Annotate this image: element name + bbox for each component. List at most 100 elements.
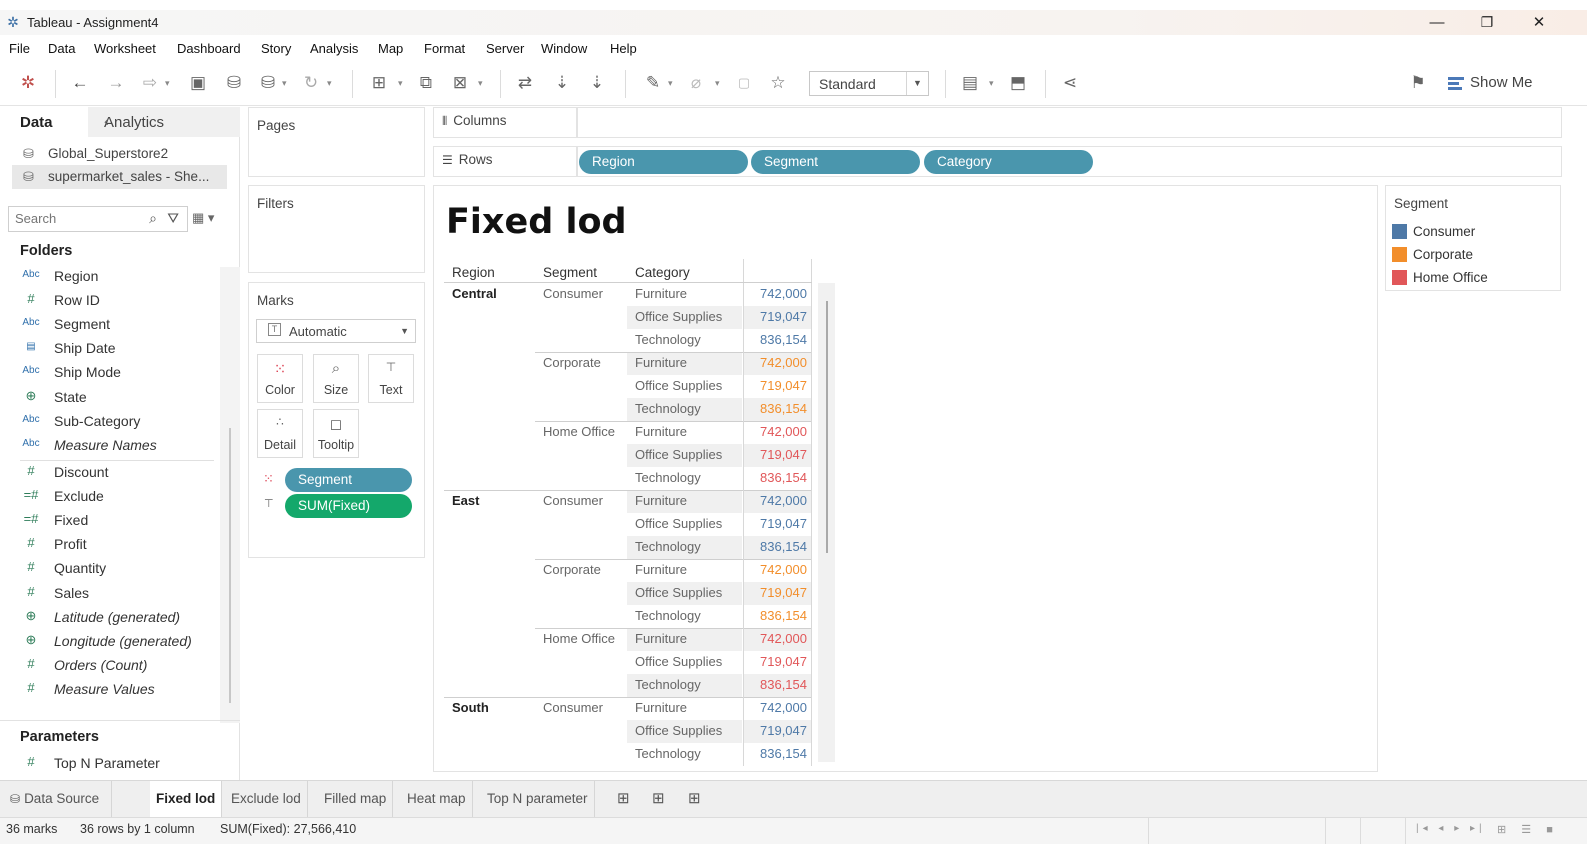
- value-cell[interactable]: 719,047: [745, 447, 807, 462]
- sheet-navigation-icon[interactable]: |◂ ◂ ▸ ▸|: [1416, 823, 1486, 834]
- segment-cell[interactable]: Consumer: [543, 700, 603, 715]
- sheet-tab-heat-map[interactable]: Heat map: [401, 781, 473, 817]
- field-fixed[interactable]: =# Fixed: [20, 510, 220, 532]
- value-cell[interactable]: 742,000: [745, 286, 807, 301]
- legend-item-home-office[interactable]: Home Office: [1392, 268, 1560, 288]
- field-ship-date[interactable]: ▤ Ship Date: [20, 338, 220, 360]
- share-icon[interactable]: ⋖: [1058, 71, 1082, 95]
- minimize-button[interactable]: —: [1415, 10, 1459, 35]
- fit-select[interactable]: Standard ▼: [809, 71, 929, 96]
- tooltip-button[interactable]: ◻ Tooltip: [313, 409, 359, 458]
- segment-cell[interactable]: Home Office: [543, 424, 615, 439]
- category-cell[interactable]: Technology: [635, 746, 701, 761]
- sheet-tab-top-n-parameter[interactable]: Top N parameter: [481, 781, 595, 817]
- signpost-icon[interactable]: ⚑: [1406, 71, 1430, 95]
- chevron-down-icon[interactable]: ▾: [327, 78, 332, 89]
- field-exclude[interactable]: =# Exclude: [20, 486, 220, 508]
- field-orders-count[interactable]: # Orders (Count): [20, 655, 220, 677]
- value-cell[interactable]: 742,000: [745, 355, 807, 370]
- new-dashboard-tab-icon[interactable]: ⊞: [652, 789, 665, 807]
- chevron-down-icon[interactable]: ▾: [478, 78, 483, 89]
- group-members-icon[interactable]: ⌀: [684, 71, 708, 95]
- category-cell[interactable]: Furniture: [635, 286, 687, 301]
- menu-analysis[interactable]: Analysis: [310, 41, 358, 56]
- new-worksheet-icon[interactable]: ⊞: [367, 71, 391, 95]
- segment-cell[interactable]: Home Office: [543, 631, 615, 646]
- search-field[interactable]: ⌕ ⛛: [8, 206, 188, 232]
- collapse-pane-icon[interactable]: ‹: [104, 113, 232, 129]
- view-options-icon[interactable]: ▦ ▾: [192, 210, 214, 226]
- field-segment[interactable]: Abc Segment: [20, 314, 220, 336]
- new-data-source-icon[interactable]: ⛁: [222, 71, 246, 95]
- field-row-id[interactable]: # Row ID: [20, 290, 220, 312]
- header-segment[interactable]: Segment: [543, 265, 597, 280]
- save-icon[interactable]: ▣: [186, 71, 210, 95]
- replay-icon[interactable]: ⇨: [138, 71, 162, 95]
- field-sub-category[interactable]: Abc Sub-Category: [20, 411, 220, 433]
- value-cell[interactable]: 836,154: [745, 677, 807, 692]
- scrollbar-thumb[interactable]: [229, 428, 231, 703]
- value-cell[interactable]: 742,000: [745, 562, 807, 577]
- category-cell[interactable]: Office Supplies: [635, 723, 722, 738]
- chevron-down-icon[interactable]: ▾: [989, 78, 994, 89]
- value-cell[interactable]: 836,154: [745, 401, 807, 416]
- pause-auto-updates-icon[interactable]: ⛁: [256, 71, 280, 95]
- header-category[interactable]: Category: [635, 265, 690, 280]
- fix-axes-icon[interactable]: ☆: [766, 71, 790, 95]
- field-sales[interactable]: # Sales: [20, 583, 220, 605]
- category-cell[interactable]: Office Supplies: [635, 309, 722, 324]
- columns-shelf[interactable]: [577, 107, 1562, 138]
- category-cell[interactable]: Office Supplies: [635, 447, 722, 462]
- category-cell[interactable]: Office Supplies: [635, 516, 722, 531]
- menu-format[interactable]: Format: [424, 41, 465, 56]
- tableau-home-icon[interactable]: ✲: [16, 71, 40, 95]
- chevron-down-icon[interactable]: ▾: [282, 78, 287, 89]
- field-measure-values[interactable]: # Measure Values: [20, 679, 220, 701]
- value-cell[interactable]: 742,000: [745, 631, 807, 646]
- field-quantity[interactable]: # Quantity: [20, 558, 220, 580]
- legend-item-consumer[interactable]: Consumer: [1392, 222, 1560, 242]
- value-cell[interactable]: 719,047: [745, 378, 807, 393]
- value-cell[interactable]: 836,154: [745, 470, 807, 485]
- segment-cell[interactable]: Consumer: [543, 286, 603, 301]
- menu-worksheet[interactable]: Worksheet: [94, 41, 156, 56]
- filter-icon[interactable]: ⛛: [167, 210, 179, 227]
- tab-analytics[interactable]: Analytics ‹: [88, 107, 240, 137]
- menu-server[interactable]: Server: [486, 41, 524, 56]
- pages-card[interactable]: Pages: [248, 107, 425, 177]
- show-cards-icon[interactable]: ▤: [958, 71, 982, 95]
- presentation-mode-icon[interactable]: ⬒: [1006, 71, 1030, 95]
- field-ship-mode[interactable]: Abc Ship Mode: [20, 362, 220, 384]
- region-row-pill[interactable]: Region: [579, 150, 748, 174]
- value-cell[interactable]: 719,047: [745, 516, 807, 531]
- header-region[interactable]: Region: [452, 265, 495, 280]
- rows-shelf[interactable]: Region Segment Category: [577, 146, 1562, 177]
- value-cell[interactable]: 742,000: [745, 493, 807, 508]
- detail-button[interactable]: ∴ Detail: [257, 409, 303, 458]
- segment-cell[interactable]: Consumer: [543, 493, 603, 508]
- category-cell[interactable]: Technology: [635, 608, 701, 623]
- show-me-button[interactable]: Show Me: [1448, 71, 1533, 95]
- segment-row-pill[interactable]: Segment: [751, 150, 920, 174]
- category-cell[interactable]: Technology: [635, 332, 701, 347]
- filters-card[interactable]: Filters: [248, 185, 425, 273]
- value-cell[interactable]: 836,154: [745, 332, 807, 347]
- segment-color-legend[interactable]: Segment Consumer Corporate Home Office: [1385, 185, 1561, 291]
- region-cell[interactable]: Central: [452, 286, 497, 301]
- sum-fixed-text-pill[interactable]: SUM(Fixed): [285, 494, 412, 518]
- field-discount[interactable]: # Discount: [20, 462, 220, 484]
- new-story-tab-icon[interactable]: ⊞: [688, 789, 701, 807]
- category-cell[interactable]: Technology: [635, 539, 701, 554]
- chevron-down-icon[interactable]: ▾: [668, 78, 673, 89]
- chevron-down-icon[interactable]: ▾: [715, 78, 720, 89]
- value-cell[interactable]: 836,154: [745, 608, 807, 623]
- category-cell[interactable]: Office Supplies: [635, 378, 722, 393]
- region-cell[interactable]: East: [452, 493, 479, 508]
- menu-map[interactable]: Map: [378, 41, 403, 56]
- show-mark-labels-icon[interactable]: ▢: [732, 71, 756, 95]
- menu-dashboard[interactable]: Dashboard: [177, 41, 241, 56]
- category-cell[interactable]: Furniture: [635, 493, 687, 508]
- field-measure-names[interactable]: Abc Measure Names: [20, 435, 220, 457]
- data-source-global-superstore[interactable]: ⛁ Global_Superstore2: [12, 142, 227, 166]
- category-cell[interactable]: Office Supplies: [635, 585, 722, 600]
